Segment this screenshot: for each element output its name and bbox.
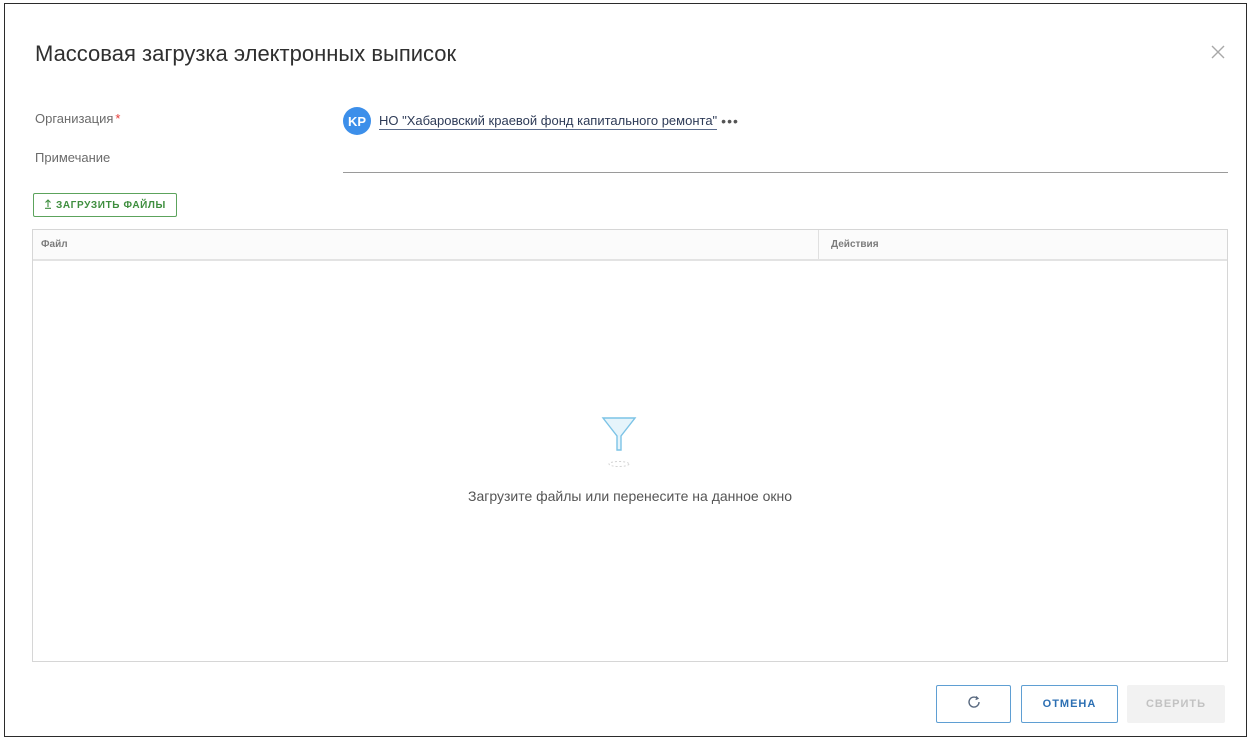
column-header-actions[interactable]: Действия bbox=[819, 230, 1227, 259]
dialog-title: Массовая загрузка электронных выписок bbox=[35, 41, 457, 66]
mass-upload-dialog: Массовая загрузка электронных выписок Ор… bbox=[4, 3, 1247, 737]
cancel-button[interactable]: ОТМЕНА bbox=[1021, 685, 1118, 723]
upload-files-label: ЗАГРУЗИТЬ ФАЙЛЫ bbox=[56, 199, 166, 211]
close-icon[interactable] bbox=[1208, 42, 1228, 62]
files-grid: Файл Действия Загрузите файлы или перене… bbox=[32, 229, 1228, 662]
refresh-icon bbox=[966, 694, 982, 715]
organization-label: Организация * bbox=[35, 111, 120, 126]
required-mark: * bbox=[115, 111, 121, 126]
organization-label-text: Организация bbox=[35, 111, 114, 126]
verify-button[interactable]: СВЕРИТЬ bbox=[1127, 685, 1225, 723]
column-header-file[interactable]: Файл bbox=[33, 230, 819, 259]
upload-arrow-icon bbox=[44, 198, 52, 212]
note-label: Примечание bbox=[35, 150, 111, 165]
funnel-icon bbox=[601, 414, 637, 468]
organization-field[interactable]: KP НО "Хабаровский краевой фонд капиталь… bbox=[343, 107, 739, 135]
note-input[interactable] bbox=[343, 172, 1228, 173]
grid-header: Файл Действия bbox=[33, 230, 1227, 261]
organization-link[interactable]: НО "Хабаровский краевой фонд капитальног… bbox=[379, 113, 718, 130]
more-options-icon[interactable]: ••• bbox=[721, 113, 739, 129]
organization-avatar: KP bbox=[343, 107, 371, 135]
upload-files-button[interactable]: ЗАГРУЗИТЬ ФАЙЛЫ bbox=[33, 193, 177, 217]
refresh-button[interactable] bbox=[936, 685, 1011, 723]
empty-state-message: Загрузите файлы или перенесите на данное… bbox=[467, 488, 793, 504]
